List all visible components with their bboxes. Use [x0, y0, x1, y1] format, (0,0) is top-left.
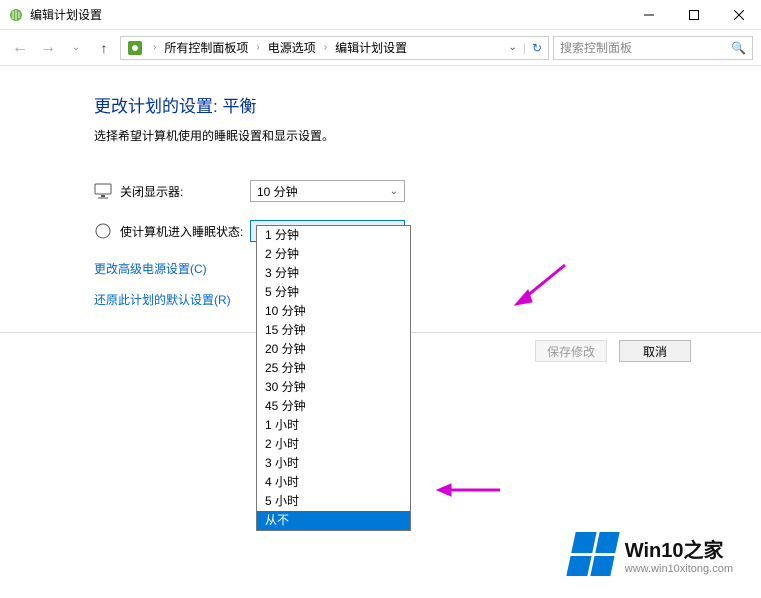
- chevron-down-icon: ⌄: [390, 186, 398, 197]
- dropdown-option[interactable]: 3 小时: [257, 454, 410, 473]
- back-button[interactable]: ←: [8, 36, 32, 60]
- app-icon: [8, 7, 24, 23]
- annotation-arrow: [435, 480, 505, 503]
- refresh-icon[interactable]: ↻: [532, 41, 542, 55]
- page-subtitle: 选择希望计算机使用的睡眠设置和显示设置。: [94, 127, 761, 144]
- chevron-right-icon: ›: [320, 42, 331, 53]
- annotation-arrow: [510, 260, 570, 313]
- monitor-icon: [94, 182, 112, 200]
- breadcrumb-item[interactable]: 编辑计划设置: [333, 39, 409, 56]
- dropdown-option[interactable]: 3 分钟: [257, 264, 410, 283]
- search-placeholder: 搜索控制面板: [560, 39, 632, 56]
- dropdown-option[interactable]: 20 分钟: [257, 340, 410, 359]
- dropdown-option[interactable]: 4 小时: [257, 473, 410, 492]
- sleep-label: 使计算机进入睡眠状态:: [120, 223, 250, 240]
- sleep-dropdown-list[interactable]: 1 分钟2 分钟3 分钟5 分钟10 分钟15 分钟20 分钟25 分钟30 分…: [256, 225, 411, 531]
- close-button[interactable]: [716, 0, 761, 30]
- window-controls: [626, 0, 761, 30]
- breadcrumb[interactable]: › 所有控制面板项 › 电源选项 › 编辑计划设置 ⌄ | ↻: [120, 36, 549, 60]
- windows-logo-icon: [566, 532, 619, 576]
- chevron-right-icon: ›: [252, 42, 263, 53]
- dropdown-option[interactable]: 15 分钟: [257, 321, 410, 340]
- save-button: 保存修改: [535, 340, 607, 362]
- dropdown-option[interactable]: 25 分钟: [257, 359, 410, 378]
- breadcrumb-item[interactable]: 所有控制面板项: [162, 39, 250, 56]
- search-icon: 🔍: [731, 41, 746, 55]
- display-off-select[interactable]: 10 分钟 ⌄: [250, 180, 405, 202]
- watermark-title: Win10之家: [625, 534, 733, 563]
- page-title: 更改计划的设置: 平衡: [94, 92, 761, 117]
- dropdown-option[interactable]: 2 分钟: [257, 245, 410, 264]
- dropdown-option[interactable]: 5 小时: [257, 492, 410, 511]
- minimize-button[interactable]: [626, 0, 671, 30]
- dropdown-option[interactable]: 2 小时: [257, 435, 410, 454]
- titlebar: 编辑计划设置: [0, 0, 761, 30]
- dropdown-option[interactable]: 10 分钟: [257, 302, 410, 321]
- window-title: 编辑计划设置: [30, 6, 626, 23]
- dropdown-option[interactable]: 从不: [257, 511, 410, 530]
- maximize-button[interactable]: [671, 0, 716, 30]
- dropdown-option[interactable]: 45 分钟: [257, 397, 410, 416]
- row-display-off: 关闭显示器: 10 分钟 ⌄: [94, 180, 761, 202]
- search-input[interactable]: 搜索控制面板 🔍: [553, 36, 753, 60]
- navbar: ← → ⌄ ↑ › 所有控制面板项 › 电源选项 › 编辑计划设置 ⌄ | ↻ …: [0, 30, 761, 66]
- forward-button: →: [36, 36, 60, 60]
- recent-dropdown[interactable]: ⌄: [64, 36, 88, 60]
- chevron-right-icon: ›: [149, 42, 160, 53]
- dropdown-option[interactable]: 5 分钟: [257, 283, 410, 302]
- button-row: 保存修改 取消: [535, 340, 691, 362]
- control-panel-icon: [127, 40, 143, 56]
- breadcrumb-item[interactable]: 电源选项: [266, 39, 318, 56]
- moon-icon: [94, 222, 112, 240]
- row-sleep: 使计算机进入睡眠状态: 45 分钟 ⌄: [94, 220, 761, 242]
- dropdown-option[interactable]: 1 小时: [257, 416, 410, 435]
- up-button[interactable]: ↑: [92, 36, 116, 60]
- dropdown-option[interactable]: 1 分钟: [257, 226, 410, 245]
- dropdown-option[interactable]: 30 分钟: [257, 378, 410, 397]
- advanced-settings-link[interactable]: 更改高级电源设置(C): [94, 260, 761, 277]
- restore-defaults-link[interactable]: 还原此计划的默认设置(R): [94, 291, 761, 308]
- chevron-down-icon[interactable]: ⌄: [508, 42, 516, 53]
- watermark: Win10之家 www.win10xitong.com: [571, 532, 733, 576]
- cancel-button[interactable]: 取消: [619, 340, 691, 362]
- display-off-value: 10 分钟: [257, 183, 298, 200]
- display-off-label: 关闭显示器:: [120, 183, 250, 200]
- watermark-url: www.win10xitong.com: [625, 563, 733, 575]
